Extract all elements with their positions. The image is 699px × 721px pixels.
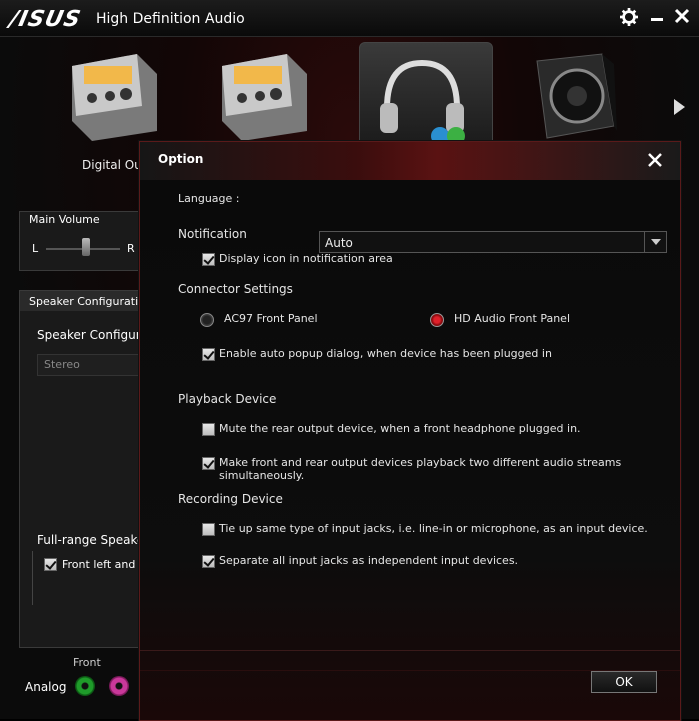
mute-rear-checkbox[interactable] <box>202 423 215 436</box>
gear-icon[interactable] <box>620 8 638 26</box>
ac97-label: AC97 Front Panel <box>224 312 318 325</box>
display-icon-label: Display icon in notification area <box>219 252 393 265</box>
analog-label: Analog <box>25 680 67 694</box>
language-label: Language : <box>178 192 240 205</box>
front-jacks-label: Front <box>73 656 101 669</box>
speaker-config-panel <box>19 290 151 648</box>
dialog-header: Option <box>140 142 680 180</box>
notification-section-label: Notification <box>178 227 247 241</box>
digital-output-device-icon[interactable] <box>62 46 162 146</box>
main-volume-label: Main Volume <box>29 213 100 226</box>
green-jack-icon[interactable] <box>75 676 95 696</box>
close-icon[interactable] <box>674 8 690 24</box>
ok-button[interactable]: OK <box>591 671 657 693</box>
output-device-icon[interactable] <box>212 46 312 146</box>
separate-jacks-label: Separate all input jacks as independent … <box>219 554 519 567</box>
fullrange-checkbox[interactable] <box>44 558 57 571</box>
volume-right-label: R <box>127 242 135 255</box>
connector-section-label: Connector Settings <box>178 282 293 296</box>
playback-section-label: Playback Device <box>178 392 277 406</box>
device-label-digital-out: Digital Out <box>82 158 147 172</box>
tie-up-label: Tie up same type of input jacks, i.e. li… <box>219 522 648 535</box>
separate-jacks-checkbox[interactable] <box>202 555 215 568</box>
minimize-icon[interactable] <box>650 9 664 23</box>
decorative-stripe <box>140 650 680 651</box>
fullrange-checkbox-label: Front left and r <box>62 558 144 571</box>
title-bar: /ISUS High Definition Audio <box>0 0 699 37</box>
two-streams-label-cont: simultaneously. <box>219 469 305 482</box>
volume-balance-slider[interactable] <box>82 238 90 256</box>
recording-section-label: Recording Device <box>178 492 283 506</box>
mute-rear-label: Mute the rear output device, when a fron… <box>219 422 581 435</box>
auto-popup-checkbox[interactable] <box>202 348 215 361</box>
dialog-body: Language : Auto Notification Display ico… <box>140 180 680 720</box>
asus-logo: /ISUS <box>7 7 84 32</box>
display-icon-checkbox[interactable] <box>202 253 215 266</box>
ac97-radio[interactable] <box>200 313 214 327</box>
app-title: High Definition Audio <box>96 11 245 27</box>
speaker-device-icon[interactable] <box>522 46 622 146</box>
language-value: Auto <box>325 236 353 250</box>
headphones-device-icon[interactable] <box>372 48 472 148</box>
hd-audio-radio[interactable] <box>430 313 444 327</box>
tie-up-checkbox[interactable] <box>202 523 215 536</box>
fullrange-divider <box>32 551 33 605</box>
dialog-title: Option <box>158 152 204 166</box>
hd-audio-label: HD Audio Front Panel <box>454 312 570 325</box>
dialog-close-icon[interactable] <box>648 153 662 167</box>
chevron-down-icon[interactable] <box>644 232 667 252</box>
speaker-config-title: Speaker Configuration <box>29 295 152 308</box>
volume-left-label: L <box>32 242 39 255</box>
fullrange-label: Full-range Speakers <box>37 533 156 547</box>
two-streams-checkbox[interactable] <box>202 457 215 470</box>
next-arrow-icon[interactable] <box>672 98 686 116</box>
speaker-config-select[interactable]: Stereo <box>37 354 142 376</box>
option-dialog: Option Language : Auto Notification Disp… <box>139 141 681 721</box>
pink-jack-icon[interactable] <box>109 676 129 696</box>
auto-popup-label: Enable auto popup dialog, when device ha… <box>219 347 552 360</box>
language-select[interactable]: Auto <box>319 231 667 253</box>
two-streams-label: Make front and rear output devices playb… <box>219 456 622 469</box>
